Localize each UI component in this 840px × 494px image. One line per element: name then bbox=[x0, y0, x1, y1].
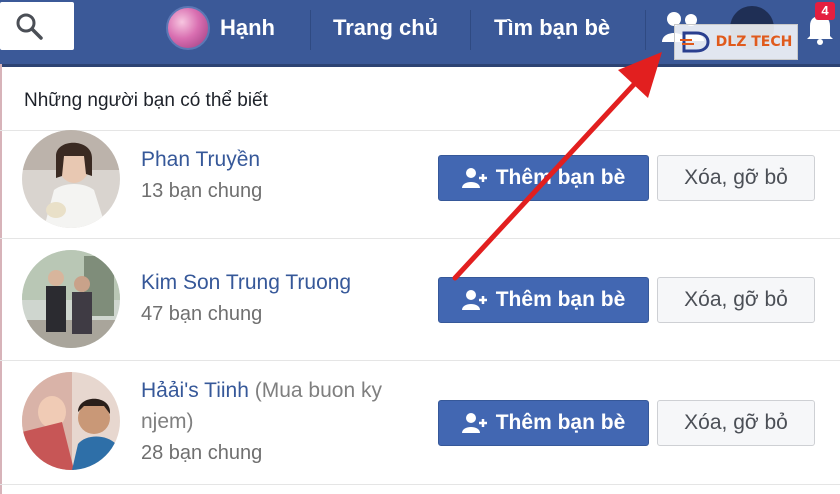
notification-badge: 4 bbox=[815, 2, 835, 20]
watermark-text: DLZ TECH bbox=[715, 34, 793, 50]
add-friend-icon bbox=[461, 413, 487, 433]
suggestion-avatar[interactable] bbox=[22, 130, 120, 228]
divider bbox=[0, 130, 840, 131]
add-friend-button[interactable]: Thêm bạn bè bbox=[438, 277, 649, 323]
add-friend-icon bbox=[461, 168, 487, 188]
add-friend-button[interactable]: Thêm bạn bè bbox=[438, 400, 649, 446]
divider bbox=[0, 238, 840, 239]
suggestion-name-text: Kim Son Trung Truong bbox=[141, 271, 352, 294]
profile-name: Hạnh bbox=[220, 15, 275, 40]
avatar-photo bbox=[22, 130, 120, 228]
nav-separator bbox=[645, 10, 646, 50]
home-link[interactable]: Trang chủ bbox=[333, 0, 438, 56]
suggestion-name-note-continued: njem) bbox=[141, 410, 194, 433]
profile-link[interactable]: Hạnh bbox=[166, 6, 275, 50]
search-icon bbox=[16, 13, 43, 40]
mutual-friends-count[interactable]: 47 bạn chung bbox=[141, 303, 262, 326]
avatar bbox=[166, 6, 210, 50]
divider bbox=[0, 484, 840, 485]
panel-left-border bbox=[0, 64, 2, 494]
avatar-photo bbox=[22, 372, 120, 470]
nav-separator bbox=[310, 10, 311, 50]
add-friend-label: Thêm bạn bè bbox=[495, 288, 626, 311]
add-friend-icon bbox=[461, 290, 487, 310]
remove-suggestion-button[interactable]: Xóa, gỡ bỏ bbox=[657, 277, 815, 323]
add-friend-label: Thêm bạn bè bbox=[495, 166, 626, 189]
suggestion-name-text: Hảải's Tiinh bbox=[141, 379, 249, 402]
suggestion-name-text: Phan Truyền bbox=[141, 148, 261, 171]
divider bbox=[0, 360, 840, 361]
add-friend-button[interactable]: Thêm bạn bè bbox=[438, 155, 649, 201]
mutual-friends-count[interactable]: 13 bạn chung bbox=[141, 180, 262, 203]
panel-title: Những người bạn có thể biết bbox=[24, 90, 268, 111]
search-box[interactable] bbox=[0, 2, 74, 50]
mutual-friends-count[interactable]: 28 bạn chung bbox=[141, 442, 262, 465]
add-friend-label: Thêm bạn bè bbox=[495, 411, 626, 434]
suggestion-name[interactable]: Phan Truyền bbox=[141, 148, 260, 172]
remove-suggestion-button[interactable]: Xóa, gỡ bỏ bbox=[657, 155, 815, 201]
watermark-logo: DLZ TECH bbox=[674, 24, 798, 60]
suggestion-name[interactable]: Hảải's Tiinh (Mua buon ky bbox=[141, 379, 382, 403]
suggestion-name[interactable]: Kim Son Trung Truong bbox=[141, 271, 351, 295]
suggestion-name-note: (Mua buon ky bbox=[254, 379, 382, 402]
find-friends-link[interactable]: Tìm bạn bè bbox=[494, 0, 610, 56]
suggestion-avatar[interactable] bbox=[22, 372, 120, 470]
dlz-logo-icon bbox=[679, 31, 710, 53]
remove-suggestion-button[interactable]: Xóa, gỡ bỏ bbox=[657, 400, 815, 446]
avatar-photo bbox=[22, 250, 120, 348]
nav-separator bbox=[470, 10, 471, 50]
suggestion-avatar[interactable] bbox=[22, 250, 120, 348]
